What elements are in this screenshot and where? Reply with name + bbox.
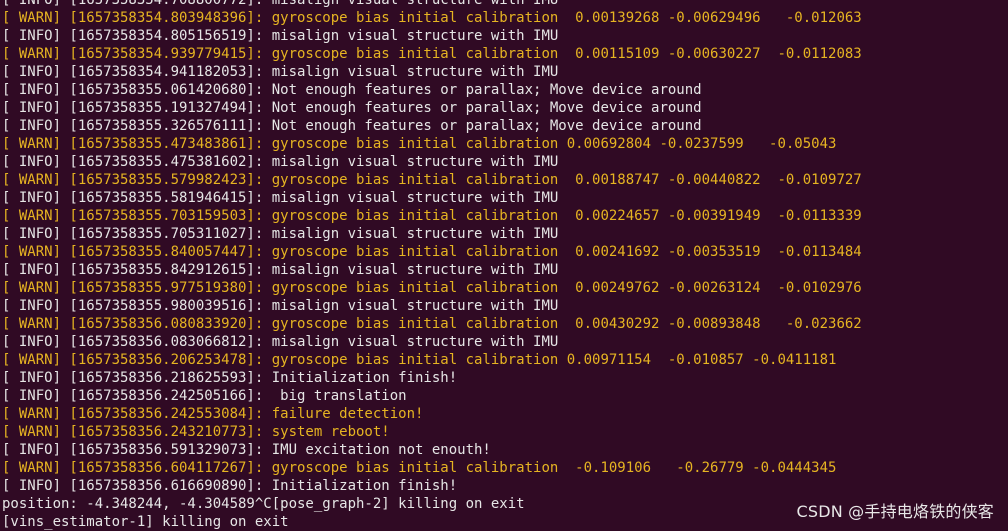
log-line-info: [ INFO] [1657358355.326576111]: Not enou…: [2, 118, 702, 134]
terminal-output[interactable]: [ INFO] [1657358354.708800772]: misalign…: [2, 0, 1006, 531]
log-line-info: [ INFO] [1657358356.218625593]: Initiali…: [2, 370, 458, 386]
log-line-info: [ INFO] [1657358355.842912615]: misalign…: [2, 262, 559, 278]
log-line-info: [ INFO] [1657358355.705311027]: misalign…: [2, 226, 559, 242]
log-line-warn: [ WARN] [1657358356.080833920]: gyroscop…: [2, 316, 862, 332]
log-line-info: [ INFO] [1657358354.805156519]: misalign…: [2, 28, 559, 44]
log-line-warn: [ WARN] [1657358355.977519380]: gyroscop…: [2, 280, 862, 296]
log-line-warn: [ WARN] [1657358354.939779415]: gyroscop…: [2, 46, 862, 62]
log-line-warn: [ WARN] [1657358356.206253478]: gyroscop…: [2, 352, 837, 368]
log-line-info: [ INFO] [1657358354.708800772]: misalign…: [2, 0, 559, 8]
log-line-warn: [ WARN] [1657358355.579982423]: gyroscop…: [2, 172, 862, 188]
log-line-warn: [ WARN] [1657358355.473483861]: gyroscop…: [2, 136, 837, 152]
log-line-warn: [ WARN] [1657358355.703159503]: gyroscop…: [2, 208, 862, 224]
log-line-warn: [ WARN] [1657358355.840057447]: gyroscop…: [2, 244, 862, 260]
log-line-warn: [ WARN] [1657358354.803948396]: gyroscop…: [2, 10, 862, 26]
watermark-text: CSDN @手持电烙铁的侠客: [796, 502, 994, 521]
log-line-info: [ INFO] [1657358356.083066812]: misalign…: [2, 334, 559, 350]
log-line-info: [ INFO] [1657358356.242505166]: big tran…: [2, 388, 407, 404]
log-line-info: [ INFO] [1657358355.581946415]: misalign…: [2, 190, 559, 206]
log-line-info: [ INFO] [1657358355.475381602]: misalign…: [2, 154, 559, 170]
log-line-info: [ INFO] [1657358355.980039516]: misalign…: [2, 298, 559, 314]
log-line-info: [ INFO] [1657358356.591329073]: IMU exci…: [2, 442, 491, 458]
log-line-info: [ INFO] [1657358354.941182053]: misalign…: [2, 64, 559, 80]
log-line-warn: [ WARN] [1657358356.242553084]: failure …: [2, 406, 424, 422]
log-line-info: [ INFO] [1657358356.616690890]: Initiali…: [2, 478, 458, 494]
log-line-warn: [ WARN] [1657358356.243210773]: system r…: [2, 424, 390, 440]
log-line-warn: [ WARN] [1657358356.604117267]: gyroscop…: [2, 460, 837, 476]
log-line-info: [ INFO] [1657358355.061420680]: Not enou…: [2, 82, 702, 98]
log-line-info: [ INFO] [1657358355.191327494]: Not enou…: [2, 100, 702, 116]
